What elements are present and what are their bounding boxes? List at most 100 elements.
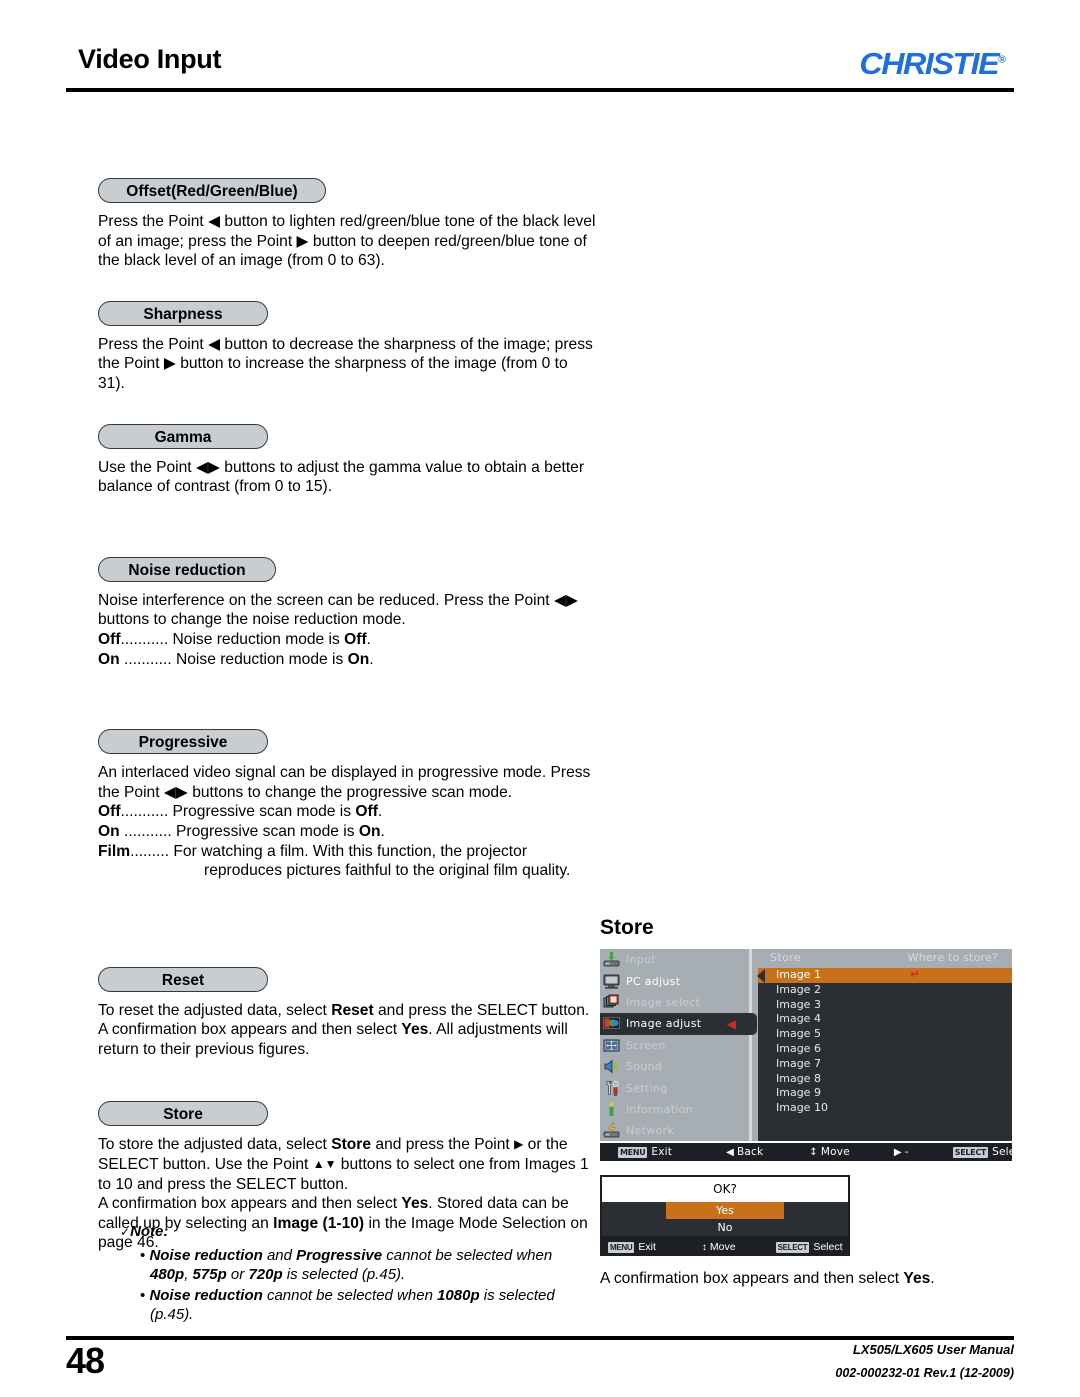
note-bold: 480p — [150, 1266, 185, 1283]
sidebar-item-label: Image adjust — [626, 1017, 702, 1031]
list-item[interactable]: Image 5 — [758, 1027, 1012, 1042]
confirm-yes-label: Yes — [666, 1202, 784, 1219]
section-body-progressive: An interlaced video signal can be displa… — [98, 764, 591, 801]
note-bold: 1080p — [437, 1286, 480, 1304]
sidebar-item-image-select[interactable]: Image select — [600, 992, 748, 1013]
header-divider — [66, 88, 1014, 92]
section-heading-sharpness: Sharpness — [98, 300, 268, 326]
note-bold: 575p — [192, 1266, 227, 1283]
osd-footer-exit[interactable]: MENU Exit — [618, 1146, 672, 1158]
osd-footer-label: Select — [992, 1146, 1026, 1158]
sidebar-item-input[interactable]: Input — [600, 949, 748, 970]
definition-desc-bold: Off — [355, 803, 378, 821]
confirm-footer-select[interactable]: SELECT Select — [775, 1241, 843, 1253]
tools-icon — [603, 1080, 620, 1097]
osd-footer-label: Back — [737, 1146, 764, 1158]
definition-desc: Progressive scan mode is — [176, 822, 359, 840]
sidebar-item-sound[interactable]: Sound — [600, 1056, 748, 1077]
section-body-reset: To reset the adjusted data, select Reset… — [98, 1001, 590, 1058]
right-arrow-icon: ▶ — [893, 1146, 902, 1158]
definition-desc: For watching a film. With this function,… — [173, 842, 528, 860]
note-bold: Noise reduction — [149, 1286, 263, 1304]
note-title-row: ✓Note: — [120, 1222, 590, 1243]
confirm-box: OK? Yes No — [600, 1175, 850, 1238]
list-item[interactable]: Image 4 — [758, 1012, 1012, 1027]
list-item[interactable]: Image 6 — [758, 1042, 1012, 1057]
section-body-gamma: Use the Point ◀▶ buttons to adjust the g… — [98, 458, 585, 496]
caption-bold-yes: Yes — [903, 1270, 931, 1287]
screen-icon — [603, 1037, 620, 1054]
confirm-no-label: No — [717, 1221, 733, 1234]
definition-dots: ........... — [120, 803, 169, 821]
section-offset: Offset(Red/Green/Blue) Press the Point ◀… — [98, 178, 598, 271]
section-noise-reduction: Noise reduction Noise interference on th… — [98, 556, 598, 670]
osd-illustration-column: Store Input PC adjust Image select Image… — [600, 916, 1025, 1289]
list-item[interactable]: Image 3 — [758, 998, 1012, 1013]
osd-list-panel: Store Where to store? Image 1 ↵ Image 2 I… — [757, 949, 1012, 1141]
definition-term: Off — [98, 803, 121, 821]
confirm-footer-move[interactable]: ↕ Move — [702, 1241, 736, 1253]
list-item[interactable]: Image 7 — [758, 1057, 1012, 1072]
registered-mark: ® — [998, 54, 1006, 66]
definition-desc-post: . — [366, 630, 372, 648]
sidebar-item-setting[interactable]: Setting — [600, 1077, 748, 1098]
menu-tab-notch — [748, 1013, 757, 1035]
confirm-footer-bar: MENU Exit ↕ Move SELECT Select — [600, 1238, 850, 1256]
confirm-yes-option[interactable]: Yes — [602, 1202, 848, 1219]
confirm-no-option[interactable]: No — [602, 1219, 848, 1236]
osd-footer-label: Exit — [651, 1146, 673, 1158]
footer-divider — [66, 1336, 1014, 1340]
section-heading-gamma: Gamma — [98, 423, 268, 449]
list-item[interactable]: Image 1 ↵ — [758, 967, 1012, 983]
sidebar-item-network[interactable]: Network — [600, 1120, 748, 1141]
confirm-caption: A confirmation box appears and then sele… — [600, 1270, 935, 1287]
image-adjust-icon — [603, 1015, 620, 1032]
list-item[interactable]: Image 9 — [758, 1086, 1012, 1101]
sidebar-item-image-adjust[interactable]: Image adjust ◀ — [600, 1013, 757, 1035]
confirmation-dialog: OK? Yes No MENU Exit ↕ Move SELECT Select — [600, 1175, 850, 1256]
network-icon — [603, 1122, 620, 1139]
image-select-icon — [603, 994, 620, 1011]
osd-menu-panel: Input PC adjust Image select Image adjus… — [600, 949, 757, 1141]
check-icon: ✓ — [120, 1225, 131, 1239]
definition-row: On ........... Noise reduction mode is O… — [98, 650, 598, 670]
section-heading-reset: Reset — [98, 966, 268, 992]
speaker-icon — [603, 1058, 620, 1075]
sidebar-item-information[interactable]: Information — [600, 1099, 748, 1120]
section-heading-noise-reduction: Noise reduction — [98, 556, 276, 582]
sidebar-item-pc-adjust[interactable]: PC adjust — [600, 970, 748, 991]
osd-footer-move[interactable]: ↕ Move — [809, 1146, 850, 1158]
osd-heading: Store — [600, 916, 654, 939]
list-item[interactable]: Image 8 — [758, 1072, 1012, 1087]
list-item[interactable]: Image 2 — [758, 983, 1012, 998]
section-sharpness: Sharpness Press the Point ◀ button to de… — [98, 300, 598, 394]
definition-dots: ........... — [119, 822, 172, 840]
definition-continuation: reproduces pictures faithful to the orig… — [204, 862, 571, 880]
note-title: Note: — [130, 1223, 169, 1240]
info-icon — [603, 1101, 620, 1118]
main-content-column: Offset(Red/Green/Blue) Press the Point ◀… — [98, 178, 598, 1253]
sidebar-item-screen[interactable]: Screen — [600, 1035, 748, 1056]
section-progressive: Progressive An interlaced video signal c… — [98, 729, 598, 881]
select-keycap-icon: SELECT — [775, 1242, 810, 1253]
definition-row: On ........... Progressive scan mode is … — [98, 822, 598, 842]
left-caret-icon: ◀ — [726, 1016, 736, 1031]
logo-wordmark: CHRISTIE — [859, 46, 1000, 81]
section-body-store-1: To store the adjusted data, select Store… — [98, 1136, 589, 1193]
confirm-footer-exit[interactable]: MENU Exit — [608, 1241, 656, 1253]
osd-footer-select[interactable]: SELECT Select — [952, 1146, 1026, 1158]
osd-footer-back[interactable]: ◀ Back — [726, 1146, 763, 1158]
left-arrow-icon: ◀ — [726, 1146, 734, 1158]
updown-arrow-icon: ↕ — [701, 1242, 707, 1253]
sidebar-item-label: Image select — [626, 995, 701, 1009]
confirm-footer-label: Move — [709, 1241, 736, 1253]
note-bold: Noise reduction — [149, 1246, 263, 1264]
list-item[interactable]: Image 10 — [758, 1101, 1012, 1116]
definition-desc-bold: On — [347, 650, 370, 668]
